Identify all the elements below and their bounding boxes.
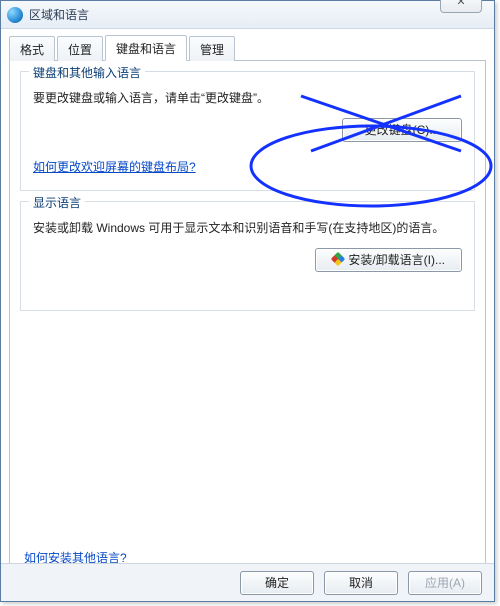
- tabstrip: 格式 位置 键盘和语言 管理: [9, 35, 486, 61]
- tab-location[interactable]: 位置: [57, 36, 103, 61]
- keyboard-group: 键盘和其他输入语言 要更改键盘或输入语言，请单击“更改键盘”。 更改键盘(C).…: [20, 71, 475, 191]
- globe-icon: [7, 7, 23, 23]
- change-keyboard-button[interactable]: 更改键盘(C)...: [342, 118, 462, 142]
- install-uninstall-language-button[interactable]: 安装/卸载语言(I)...: [315, 248, 462, 272]
- keyboard-group-desc: 要更改键盘或输入语言，请单击“更改键盘”。: [33, 88, 462, 108]
- ok-button[interactable]: 确定: [240, 571, 314, 595]
- uac-shield-icon: [331, 252, 345, 266]
- tab-admin[interactable]: 管理: [189, 36, 235, 61]
- cancel-button[interactable]: 取消: [324, 571, 398, 595]
- dialog-button-row: 确定 取消 应用(A): [1, 563, 494, 601]
- tab-format[interactable]: 格式: [9, 36, 55, 61]
- display-language-group-title: 显示语言: [29, 194, 85, 211]
- display-language-group: 显示语言 安装或卸载 Windows 可用于显示文本和识别语音和手写(在支持地区…: [20, 201, 475, 311]
- window-title: 区域和语言: [29, 6, 89, 23]
- welcome-screen-layout-link[interactable]: 如何更改欢迎屏幕的键盘布局?: [33, 160, 196, 174]
- dialog-window: 区域和语言 ✕ 格式 位置 键盘和语言 管理 键盘和其他输入语言 要更改键盘或输…: [0, 0, 495, 602]
- tab-panel: 键盘和其他输入语言 要更改键盘或输入语言，请单击“更改键盘”。 更改键盘(C).…: [9, 61, 486, 581]
- close-icon: ✕: [456, 0, 465, 8]
- tab-keyboard-language[interactable]: 键盘和语言: [105, 35, 187, 61]
- display-language-desc: 安装或卸载 Windows 可用于显示文本和识别语音和手写(在支持地区)的语言。: [33, 218, 462, 238]
- titlebar: 区域和语言 ✕: [1, 1, 494, 29]
- close-button[interactable]: ✕: [440, 0, 482, 13]
- keyboard-group-title: 键盘和其他输入语言: [29, 64, 145, 81]
- apply-button[interactable]: 应用(A): [408, 571, 482, 595]
